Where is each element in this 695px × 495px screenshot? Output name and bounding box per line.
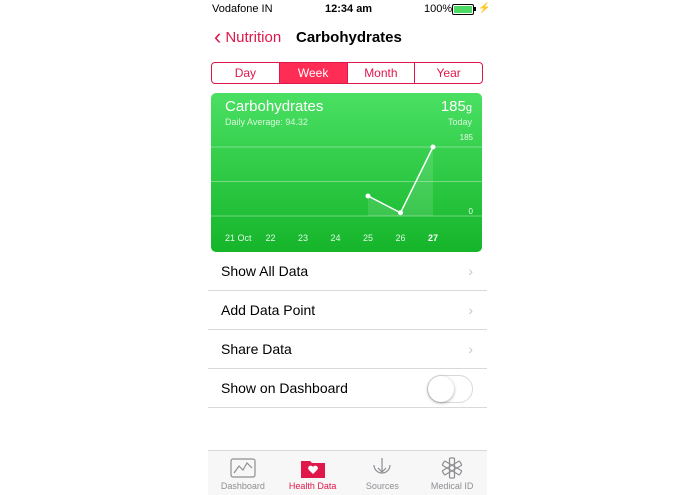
show-on-dashboard-toggle[interactable] — [427, 375, 473, 403]
segment-week[interactable]: Week — [279, 63, 348, 83]
x-tick-label: 27 — [428, 233, 438, 243]
tab-label: Sources — [365, 481, 399, 491]
tab-label: Dashboard — [220, 481, 265, 491]
health-data-icon — [300, 461, 325, 478]
data-point — [365, 193, 371, 199]
status-bar: Vodafone IN 12:34 am 100% ⚡ — [208, 0, 491, 18]
chevron-right-icon: › — [468, 341, 473, 357]
tab-bar: Dashboard Health Data Sources Medical ID — [208, 450, 487, 495]
battery-icon — [452, 4, 474, 15]
dashboard-icon — [230, 458, 256, 478]
x-tick-label: 24 — [330, 233, 340, 243]
show-all-data-row[interactable]: Show All Data › — [208, 252, 487, 291]
tab-sources[interactable]: Sources — [348, 451, 418, 495]
back-label: Nutrition — [225, 28, 282, 46]
x-tick-label: 23 — [298, 233, 308, 243]
data-point — [398, 210, 403, 216]
range-segmented-control: Day Week Month Year — [211, 62, 483, 84]
row-label: Show on Dashboard — [221, 380, 348, 396]
carrier-label: Vodafone IN — [212, 3, 273, 15]
clock: 12:34 am — [325, 3, 373, 15]
tab-medical-id[interactable]: Medical ID — [417, 451, 487, 495]
show-on-dashboard-row: Show on Dashboard — [208, 369, 487, 408]
y-tick-label: 0 — [469, 207, 474, 216]
segment-year[interactable]: Year — [415, 63, 482, 83]
chevron-right-icon: › — [468, 263, 473, 279]
chart-card: Carbohydrates Daily Average: 94.32 185g … — [211, 93, 482, 252]
page-title: Carbohydrates — [296, 29, 402, 46]
chevron-left-icon: ‹ — [214, 24, 222, 49]
sources-icon — [373, 458, 391, 474]
battery-tip — [474, 7, 476, 11]
share-data-row[interactable]: Share Data › — [208, 330, 487, 369]
row-label: Add Data Point — [221, 302, 316, 318]
tab-health-data[interactable]: Health Data — [278, 451, 348, 495]
line-chart: 185 0 21 Oct 22 23 24 25 26 27 — [211, 133, 482, 243]
tab-dashboard[interactable]: Dashboard — [208, 451, 278, 495]
navigation-bar: ‹ Nutrition Carbohydrates — [208, 22, 487, 54]
x-tick-label: 22 — [265, 233, 275, 243]
x-tick-label: 26 — [395, 233, 405, 243]
x-tick-label: 25 — [363, 233, 373, 243]
charging-icon: ⚡ — [478, 3, 491, 14]
back-button[interactable]: ‹ Nutrition — [214, 26, 281, 48]
data-point — [430, 144, 436, 150]
row-label: Share Data — [221, 341, 292, 357]
health-app-screen: Vodafone IN 12:34 am 100% ⚡ ‹ Nutrition … — [208, 0, 491, 495]
x-tick-label: 21 Oct — [225, 233, 252, 243]
tab-label: Medical ID — [430, 481, 474, 491]
tab-label: Health Data — [288, 481, 337, 491]
options-list: Show All Data › Add Data Point › Share D… — [208, 252, 487, 408]
battery-percent: 100% — [424, 3, 453, 15]
add-data-point-row[interactable]: Add Data Point › — [208, 291, 487, 330]
row-label: Show All Data — [221, 263, 309, 279]
y-tick-label: 185 — [460, 133, 474, 142]
segment-day[interactable]: Day — [212, 63, 280, 83]
medical-id-icon — [441, 457, 463, 479]
segment-month[interactable]: Month — [348, 63, 416, 83]
chevron-right-icon: › — [468, 302, 473, 318]
toggle-knob — [428, 376, 454, 402]
